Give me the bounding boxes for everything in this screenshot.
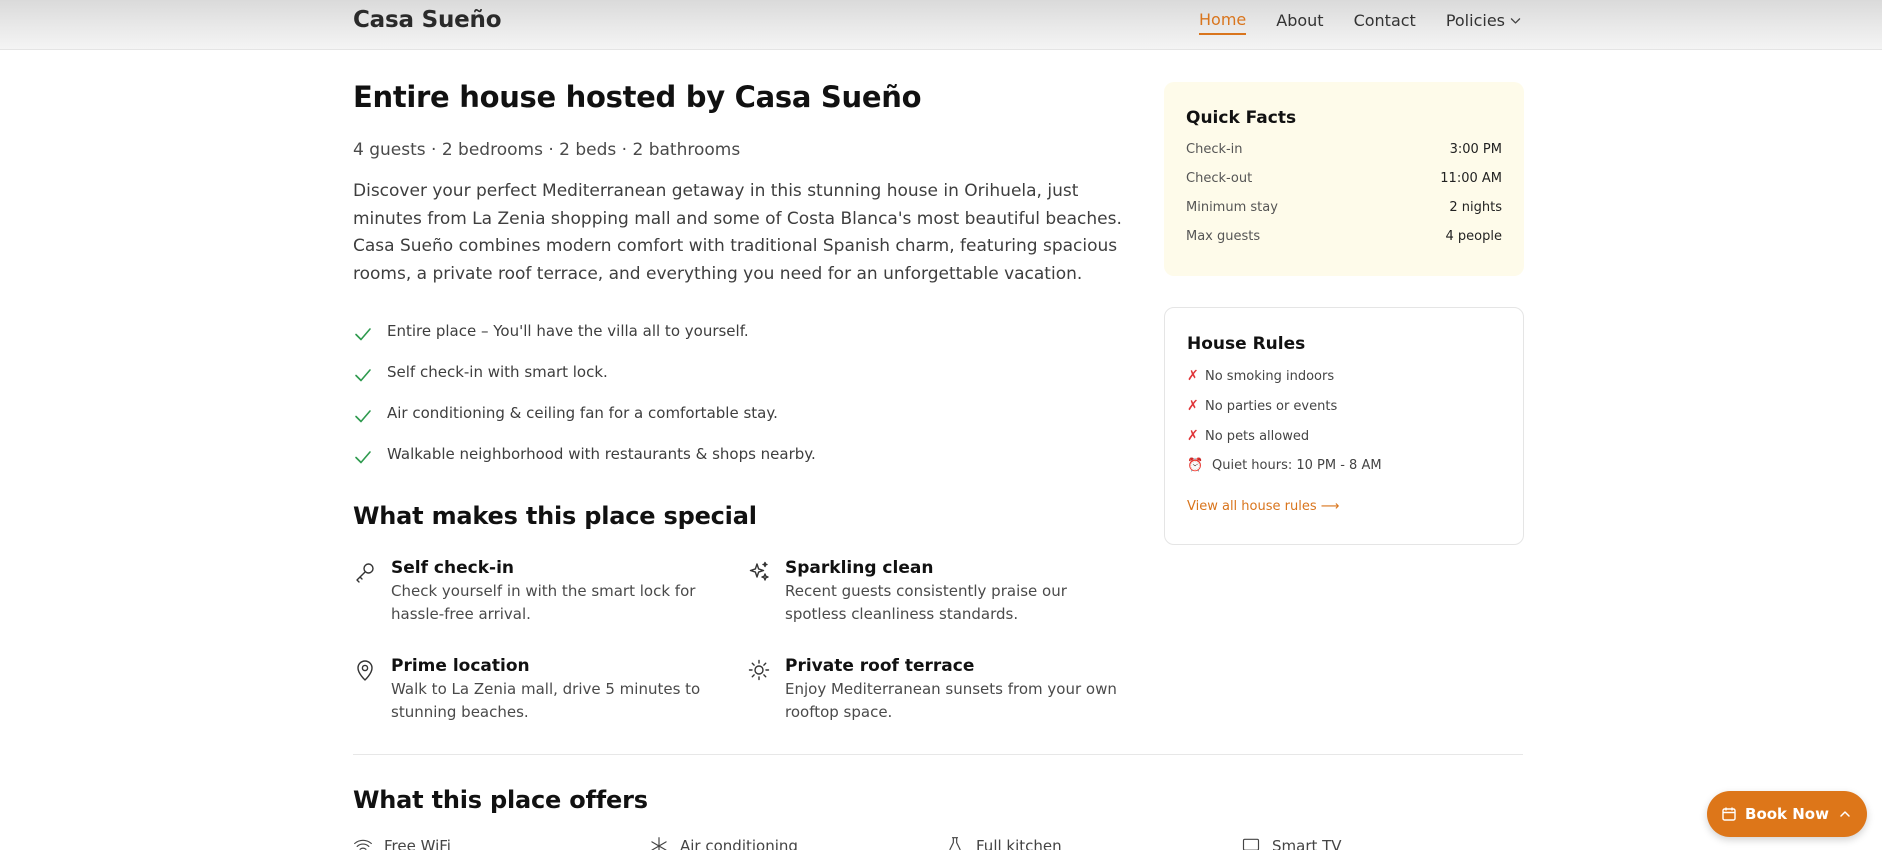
site-header: Casa Sueño Home About Contact Policies [0, 0, 1882, 50]
map-pin-icon [357, 660, 373, 681]
feature-item: Self check-in Check yourself in with the… [353, 558, 747, 626]
feature-desc: Walk to La Zenia mall, drive 5 minutes t… [391, 680, 701, 721]
fact-value: 11:00 AM [1440, 171, 1502, 186]
special-features: Self check-in Check yourself in with the… [353, 558, 1123, 724]
book-now-button[interactable]: Book Now [1707, 791, 1867, 837]
view-all-rules-link[interactable]: View all house rules ⟶ [1187, 499, 1501, 514]
offer-item: Smart TV [1241, 836, 1537, 850]
rule-item: ✗ No pets allowed [1187, 428, 1501, 444]
listing-title: Entire house hosted by Casa Sueño [353, 80, 922, 114]
alarm-clock-icon: ⏰ [1187, 458, 1204, 473]
highlight-text: Self check-in with smart lock. [387, 362, 608, 381]
feature-desc: Recent guests consistently praise our sp… [785, 582, 1067, 623]
fact-value: 3:00 PM [1449, 142, 1502, 157]
wifi-icon [354, 839, 372, 850]
feature-desc: Check yourself in with the smart lock fo… [391, 582, 696, 623]
fact-row: Check-out 11:00 AM [1186, 171, 1502, 186]
feature-item: Prime location Walk to La Zenia mall, dr… [353, 656, 747, 724]
listing-description: Discover your perfect Mediterranean geta… [353, 181, 1122, 284]
nav-about-label: About [1276, 11, 1324, 30]
fact-value: 2 nights [1449, 200, 1502, 215]
offer-label: Full kitchen [976, 837, 1062, 850]
highlight-item: Self check-in with smart lock. [353, 351, 1123, 392]
quick-facts-card: Quick Facts Check-in 3:00 PM Check-out 11:… [1164, 82, 1524, 276]
book-now-label: Book Now [1745, 805, 1829, 823]
nav-home-label: Home [1199, 10, 1247, 29]
nav-policies-label: Policies [1445, 11, 1505, 30]
rule-label: No parties or events [1205, 398, 1338, 414]
fact-row: Minimum stay 2 nights [1186, 200, 1502, 215]
fact-label: Minimum stay [1186, 200, 1278, 215]
rule-item: ✗ No smoking indoors [1187, 368, 1501, 384]
highlights-list: Entire place – You'll have the villa all… [353, 310, 1123, 474]
highlight-text: Air conditioning & ceiling fan for a com… [387, 403, 778, 422]
nav-contact-label: Contact [1353, 11, 1416, 30]
feature-title: Self check-in [391, 558, 514, 578]
kitchen-icon [949, 837, 961, 850]
offer-item: Free WiFi [353, 836, 649, 850]
highlight-item: Walkable neighborhood with restaurants &… [353, 433, 1123, 474]
nav-home[interactable]: Home [1199, 10, 1247, 35]
fact-row: Max guests 4 people [1186, 229, 1502, 244]
feature-title: Private roof terrace [785, 656, 975, 676]
highlight-item: Air conditioning & ceiling fan for a com… [353, 392, 1123, 433]
fact-label: Check-out [1186, 171, 1253, 186]
fact-row: Check-in 3:00 PM [1186, 142, 1502, 157]
fact-value: 4 people [1445, 229, 1502, 244]
special-section-title: What makes this place special [353, 502, 757, 530]
check-icon [355, 327, 371, 340]
chevron-down-icon [1510, 18, 1521, 24]
nav-policies[interactable]: Policies [1446, 11, 1522, 34]
feature-item: Private roof terrace Enjoy Mediterranean… [747, 656, 1123, 724]
rule-label: Quiet hours: 10 PM - 8 AM [1212, 458, 1382, 473]
key-icon [356, 563, 374, 583]
tv-icon [1242, 838, 1260, 850]
fact-label: Check-in [1186, 142, 1243, 157]
sun-icon [748, 659, 770, 681]
listing-main: Entire house hosted by Casa Sueño 4 gues… [353, 80, 1123, 724]
nav-contact[interactable]: Contact [1354, 11, 1416, 34]
feature-item: Sparkling clean Recent guests consistent… [747, 558, 1123, 626]
feature-title: Prime location [391, 656, 530, 676]
sparkles-icon [749, 561, 769, 581]
offer-item: Full kitchen [945, 836, 1241, 850]
calendar-icon [1722, 807, 1736, 821]
feature-desc: Enjoy Mediterranean sunsets from your ow… [785, 680, 1117, 721]
highlight-text: Entire place – You'll have the villa all… [387, 321, 749, 340]
offer-label: Air conditioning [680, 837, 798, 850]
listing-stats: 4 guests · 2 bedrooms · 2 beds · 2 bathr… [353, 140, 741, 160]
rule-label: No smoking indoors [1205, 368, 1335, 384]
offer-label: Smart TV [1272, 837, 1342, 850]
quick-facts-title: Quick Facts [1186, 108, 1297, 128]
x-mark-icon: ✗ [1187, 428, 1199, 444]
highlight-item: Entire place – You'll have the villa all… [353, 310, 1123, 351]
house-rules-card: House Rules ✗ No smoking indoors ✗ No part… [1164, 307, 1524, 545]
rule-label: No pets allowed [1205, 428, 1310, 444]
rule-item: ✗ No parties or events [1187, 398, 1501, 414]
offer-label: Free WiFi [384, 837, 451, 850]
offer-item: Air conditioning [649, 836, 945, 850]
check-icon [355, 409, 371, 422]
offers-section-title: What this place offers [353, 786, 648, 814]
brand-logo[interactable]: Casa Sueño [353, 7, 502, 33]
main-nav: Home About Contact Policies [1199, 10, 1522, 35]
chevron-up-icon [1840, 811, 1850, 817]
fact-label: Max guests [1186, 229, 1261, 244]
feature-title: Sparkling clean [785, 558, 934, 578]
check-icon [355, 450, 371, 463]
highlight-text: Walkable neighborhood with restaurants &… [387, 444, 816, 463]
x-mark-icon: ✗ [1187, 368, 1199, 384]
section-divider [353, 754, 1523, 755]
rule-item: ⏰ Quiet hours: 10 PM - 8 AM [1187, 458, 1501, 473]
check-icon [355, 368, 371, 381]
nav-about[interactable]: About [1276, 11, 1323, 34]
snowflake-icon [651, 837, 667, 850]
house-rules-title: House Rules [1187, 334, 1306, 354]
offers-list: Free WiFi Air conditioning Full kitchen … [353, 836, 1553, 850]
x-mark-icon: ✗ [1187, 398, 1199, 414]
